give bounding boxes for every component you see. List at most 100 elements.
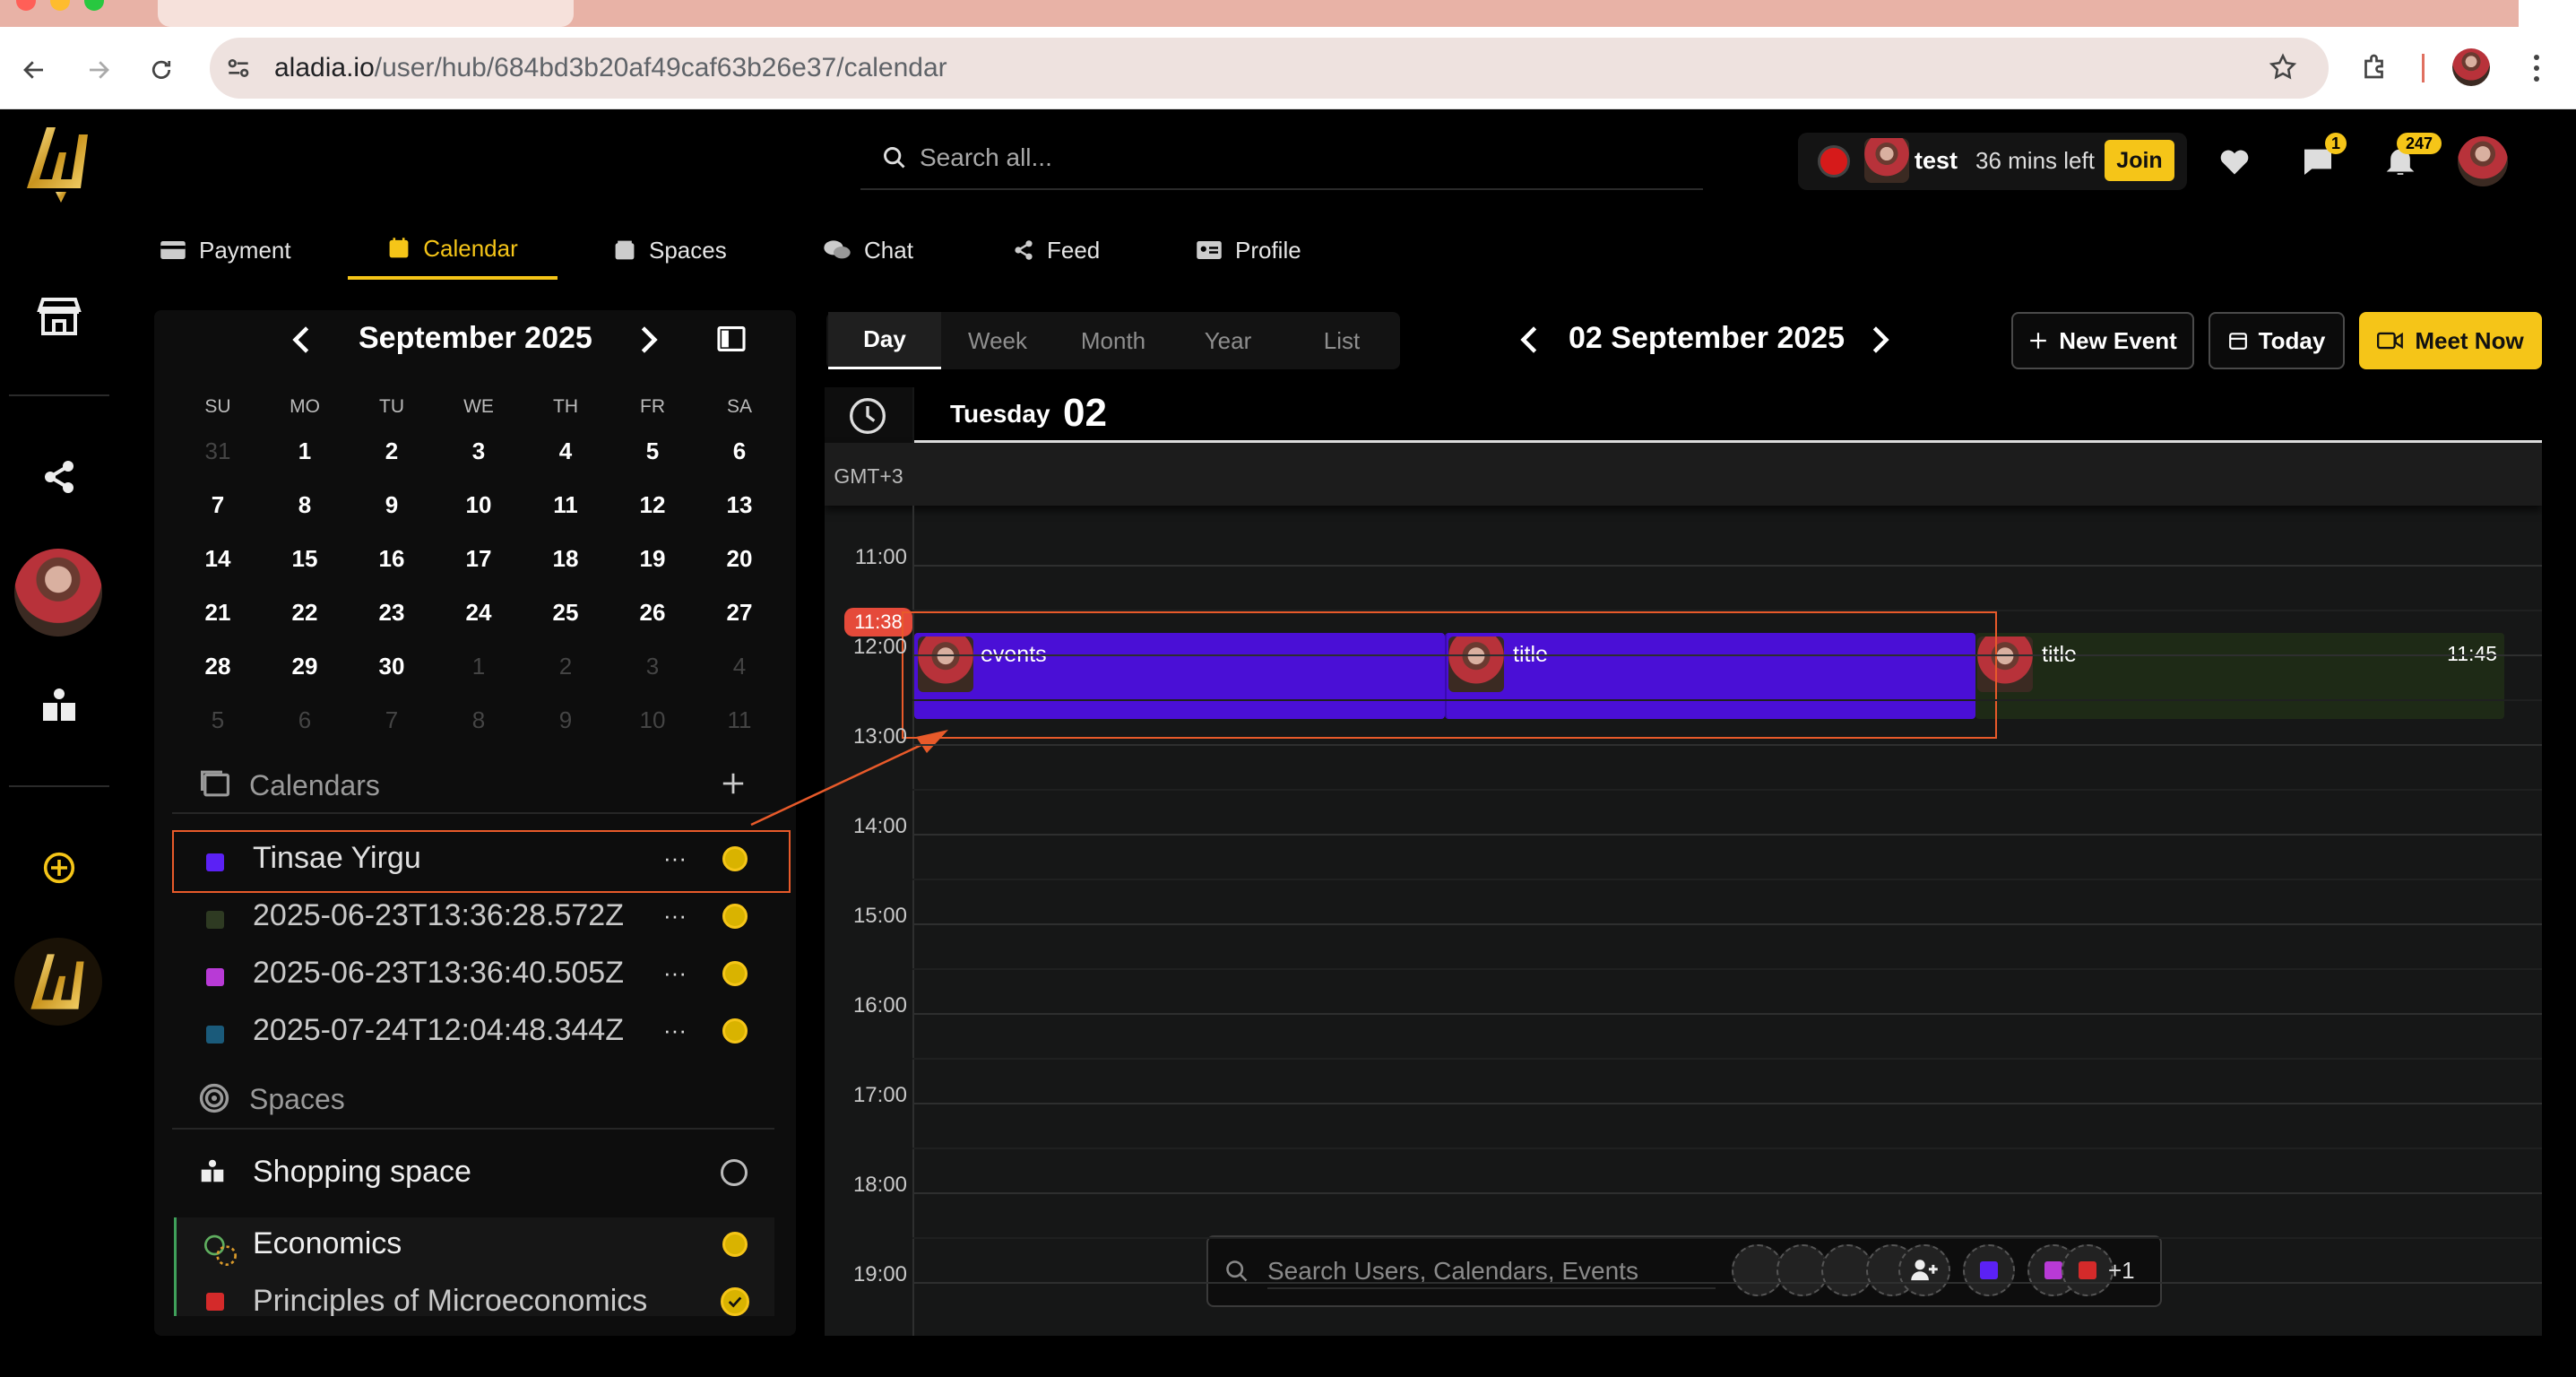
half-hour-line xyxy=(912,879,2542,880)
calendar-color-swatch xyxy=(206,911,224,929)
mini-calendar-day[interactable]: 22 xyxy=(278,599,332,627)
mini-calendar-day[interactable]: 26 xyxy=(626,599,679,627)
mini-calendar-day[interactable]: 12 xyxy=(626,491,679,519)
mini-calendar-day[interactable]: 14 xyxy=(191,545,245,573)
mini-calendar-day[interactable]: 1 xyxy=(452,653,506,680)
more-filters-count[interactable]: +1 xyxy=(2108,1257,2135,1285)
calendar-more-options-icon[interactable]: ··· xyxy=(663,844,687,872)
mini-calendar-day[interactable]: 7 xyxy=(365,706,419,734)
mini-calendar-day[interactable]: 6 xyxy=(278,706,332,734)
mini-calendar-day[interactable]: 8 xyxy=(278,491,332,519)
half-hour-line xyxy=(912,699,2542,701)
mini-calendar-day[interactable]: 16 xyxy=(365,545,419,573)
half-hour-line xyxy=(912,1058,2542,1060)
mini-calendar-day[interactable]: 31 xyxy=(191,437,245,465)
calendar-more-options-icon[interactable]: ··· xyxy=(663,1017,687,1044)
chip-color xyxy=(2079,1261,2096,1279)
hour-line xyxy=(912,1103,2542,1104)
mini-calendar-day[interactable]: 13 xyxy=(713,491,766,519)
calendar-item[interactable]: 2025-06-23T13:36:40.505Z xyxy=(253,956,624,991)
calendar-color-swatch xyxy=(206,853,224,871)
calendar-more-options-icon[interactable]: ··· xyxy=(663,902,687,930)
mini-calendar-day[interactable]: 1 xyxy=(278,437,332,465)
mini-calendar-day[interactable]: 18 xyxy=(539,545,592,573)
hour-line xyxy=(912,834,2542,836)
add-user-button[interactable] xyxy=(1898,1244,1950,1296)
calendar-color-swatch xyxy=(206,968,224,986)
mini-calendar-day[interactable]: 9 xyxy=(365,491,419,519)
calendar-filter-chip[interactable] xyxy=(1963,1244,2015,1296)
annotation-arrow xyxy=(750,730,948,827)
mini-calendar-day[interactable]: 5 xyxy=(626,437,679,465)
hour-line xyxy=(912,1013,2542,1015)
hour-label: 12:00 xyxy=(852,635,907,659)
mini-calendar-day[interactable]: 15 xyxy=(278,545,332,573)
weekday-sa: SA xyxy=(726,396,752,417)
mini-calendar-day[interactable]: 8 xyxy=(452,706,506,734)
hour-label: 15:00 xyxy=(852,904,907,928)
hour-line xyxy=(912,654,2542,656)
mini-calendar-day[interactable]: 21 xyxy=(191,599,245,627)
mini-calendar-day[interactable]: 3 xyxy=(452,437,506,465)
calendar-visibility-toggle[interactable] xyxy=(722,1018,748,1044)
mini-calendar-day[interactable]: 9 xyxy=(539,706,592,734)
calendar-visibility-toggle[interactable] xyxy=(722,846,748,871)
weekday-tu: TU xyxy=(379,396,404,417)
calendar-color-swatch xyxy=(206,1026,224,1044)
mini-calendar-day[interactable]: 10 xyxy=(452,491,506,519)
mini-calendar-day[interactable]: 17 xyxy=(452,545,506,573)
mini-calendar-day[interactable]: 11 xyxy=(713,706,766,734)
mini-calendar-day[interactable]: 20 xyxy=(713,545,766,573)
half-hour-line xyxy=(912,1148,2542,1149)
hour-line xyxy=(912,1282,2542,1284)
half-hour-line xyxy=(912,968,2542,970)
mini-calendar-day[interactable]: 2 xyxy=(539,653,592,680)
mini-calendar-day[interactable]: 5 xyxy=(191,706,245,734)
mini-calendar-day[interactable]: 25 xyxy=(539,599,592,627)
hour-label: 19:00 xyxy=(852,1262,907,1286)
bottom-search-input[interactable]: Search Users, Calendars, Events xyxy=(1267,1257,1716,1289)
mini-calendar-day[interactable]: 4 xyxy=(713,653,766,680)
hour-label: 16:00 xyxy=(852,993,907,1018)
mini-calendar-day[interactable]: 27 xyxy=(713,599,766,627)
half-hour-line xyxy=(912,789,2542,791)
calendar-item[interactable]: 2025-07-24T12:04:48.344Z xyxy=(253,1013,624,1048)
calendar-visibility-toggle[interactable] xyxy=(722,904,748,929)
hour-line xyxy=(912,1192,2542,1194)
hour-label: 11:00 xyxy=(854,545,907,569)
mini-calendar-day[interactable]: 4 xyxy=(539,437,592,465)
bottom-search-icon xyxy=(1224,1259,1249,1284)
chip-color xyxy=(2044,1261,2062,1279)
mini-calendar-day[interactable]: 23 xyxy=(365,599,419,627)
mini-calendar-day[interactable]: 3 xyxy=(626,653,679,680)
weekday-fr: FR xyxy=(640,396,665,417)
calendar-filter-chip[interactable] xyxy=(2062,1244,2114,1296)
mini-calendar-day[interactable]: 24 xyxy=(452,599,506,627)
add-user-icon xyxy=(1911,1260,1938,1281)
hour-line xyxy=(912,923,2542,925)
calendar-more-options-icon[interactable]: ··· xyxy=(663,959,687,987)
mini-calendar-day[interactable]: 30 xyxy=(365,653,419,680)
hour-label: 13:00 xyxy=(852,724,907,749)
mini-calendar-day[interactable]: 6 xyxy=(713,437,766,465)
mini-calendar-day[interactable]: 11 xyxy=(539,491,592,519)
weekday-su: SU xyxy=(204,396,231,417)
calendar-item[interactable]: 2025-06-23T13:36:28.572Z xyxy=(253,898,624,933)
mini-calendar-day[interactable]: 19 xyxy=(626,545,679,573)
hour-label: 14:00 xyxy=(852,814,907,838)
mini-calendar-day[interactable]: 2 xyxy=(365,437,419,465)
hour-line xyxy=(912,565,2542,567)
hour-line xyxy=(912,744,2542,746)
hour-label: 18:00 xyxy=(852,1173,907,1197)
weekday-we: WE xyxy=(463,396,494,417)
half-hour-line xyxy=(912,610,2542,611)
weekday-th: TH xyxy=(553,396,578,417)
chip-color xyxy=(1980,1261,1998,1279)
mini-calendar-day[interactable]: 28 xyxy=(191,653,245,680)
hour-label: 17:00 xyxy=(852,1083,907,1107)
calendar-visibility-toggle[interactable] xyxy=(722,961,748,986)
mini-calendar-day[interactable]: 29 xyxy=(278,653,332,680)
mini-calendar-day[interactable]: 7 xyxy=(191,491,245,519)
mini-calendar-day[interactable]: 10 xyxy=(626,706,679,734)
calendar-item[interactable]: Tinsae Yirgu xyxy=(253,841,421,876)
